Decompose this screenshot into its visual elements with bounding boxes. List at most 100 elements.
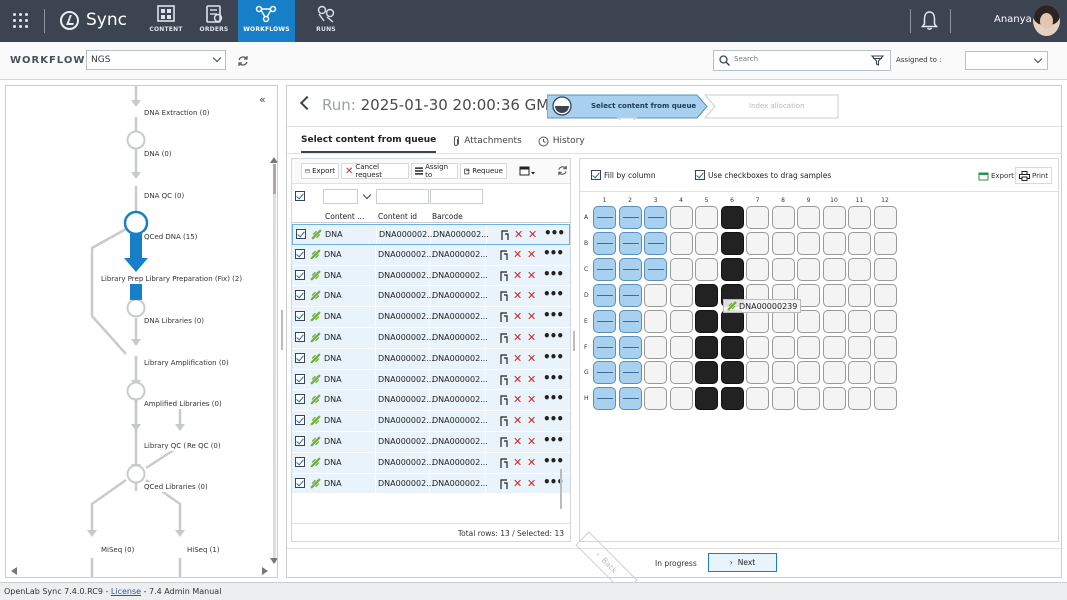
plate-well[interactable] [771,309,795,333]
plate-well[interactable] [797,206,820,229]
plate-well[interactable] [720,231,744,255]
plate-well[interactable] [644,231,667,255]
plate-well[interactable] [797,231,820,255]
plate-well[interactable] [822,361,846,385]
row-checkbox[interactable] [295,456,305,467]
plate-well[interactable] [848,361,871,385]
assign-icon[interactable] [499,416,509,427]
plate-well[interactable] [695,283,718,307]
fill-by-column-option[interactable]: Fill by column [591,170,656,180]
remove-icon[interactable]: ✕ [527,270,536,281]
cancel-icon[interactable]: ✕ [513,270,522,281]
next-button[interactable]: › Next [708,553,777,572]
plate-well[interactable] [644,283,667,307]
row-checkbox[interactable] [295,311,305,322]
plate-well[interactable] [644,361,667,385]
plate-well[interactable] [746,335,769,359]
filter-icon[interactable] [871,55,884,66]
app-logo[interactable]: Sync [60,10,127,30]
pane-resize-handle[interactable] [281,310,283,350]
plate-well[interactable] [669,309,693,333]
plate-well[interactable] [746,361,769,385]
plate-well[interactable] [848,283,871,307]
plate-well[interactable] [644,387,667,411]
plate-well[interactable] [848,335,871,359]
assign-icon[interactable] [499,312,509,323]
user-name[interactable]: Ananya [994,14,1032,25]
plate-well[interactable] [873,387,897,411]
plate-well[interactable] [720,361,744,385]
plate-well[interactable] [618,206,642,229]
plate-well[interactable] [618,309,642,333]
plate-well[interactable] [593,361,616,385]
remove-icon[interactable]: ✕ [527,353,536,364]
more-icon[interactable]: ••• [543,433,564,447]
plate-well[interactable] [669,387,693,411]
back-icon[interactable] [299,95,315,111]
plate-well[interactable] [593,206,616,229]
remove-icon[interactable]: ✕ [527,311,536,322]
chevron-down-icon[interactable] [362,190,372,200]
more-icon[interactable]: ••• [543,412,564,426]
plate-well[interactable] [873,361,897,385]
refresh-icon[interactable] [237,55,249,67]
barcode-filter[interactable] [430,189,483,204]
plate-well[interactable] [593,387,616,411]
plate-well[interactable] [669,206,693,229]
nav-workflows[interactable]: WORKFLOWS [238,0,295,42]
tab-attachments[interactable]: Attachments [452,129,522,153]
row-checkbox[interactable] [295,352,305,363]
plate-well[interactable] [618,361,642,385]
refresh-icon[interactable] [557,165,568,176]
flow-node-dna-extraction[interactable]: DNA Extraction (0) [143,108,211,118]
plate-well[interactable] [771,335,795,359]
row-checkbox[interactable] [295,331,305,342]
plate-well[interactable] [797,309,820,333]
plate-well[interactable] [797,335,820,359]
flow-node-qced-libraries[interactable]: QCed Libraries (0) [143,482,209,492]
row-checkbox[interactable] [296,229,306,239]
select-all-checkbox[interactable] [295,191,305,201]
plate-well[interactable] [669,231,693,255]
more-icon[interactable]: ••• [543,391,564,405]
plate-well[interactable] [771,206,795,229]
row-checkbox[interactable] [295,269,305,280]
cancel-icon[interactable]: ✕ [513,374,522,385]
table-row[interactable]: DNA DNA000002... DNA000002... ✕ ✕ ••• [292,327,570,349]
column-settings-button[interactable] [516,163,542,179]
assign-icon[interactable] [499,395,509,406]
flow-node-dna-libraries[interactable]: DNA Libraries (0) [143,316,206,326]
table-row[interactable]: DNA DNA000002... DNA000002... ✕ ✕ ••• [292,473,570,495]
table-row[interactable]: DNA DNA000002... DNA000002... ✕ ✕ ••• [292,224,570,245]
nav-runs[interactable]: RUNS [302,0,350,42]
search-input[interactable] [734,55,864,63]
more-icon[interactable]: ••• [544,226,565,240]
plate-well[interactable] [746,387,769,411]
scroll-right-icon[interactable] [262,567,268,575]
table-row[interactable]: DNA DNA000002... DNA000002... ✕ ✕ ••• [292,286,570,308]
plate-well[interactable] [695,231,718,255]
more-icon[interactable]: ••• [543,246,564,260]
flow-node-amplified-libraries[interactable]: Amplified Libraries (0) [143,399,223,409]
collapse-panel-icon[interactable]: « [259,93,266,106]
row-checkbox[interactable] [295,248,305,259]
row-checkbox[interactable] [295,477,305,488]
table-row[interactable]: DNA DNA000002... DNA000002... ✕ ✕ ••• [292,452,570,474]
row-checkbox[interactable] [295,290,305,301]
plate-well[interactable] [822,283,846,307]
remove-icon[interactable]: ✕ [528,229,537,240]
plate-well[interactable] [797,257,820,281]
plate-well[interactable] [669,257,693,281]
plate-well[interactable] [746,231,769,255]
plate-well[interactable] [695,206,718,229]
plate-well[interactable] [593,335,616,359]
plate-well[interactable] [822,335,846,359]
plate-well[interactable] [822,206,846,229]
plate-well[interactable] [822,257,846,281]
plate-well[interactable] [644,335,667,359]
table-row[interactable]: DNA DNA000002... DNA000002... ✕ ✕ ••• [292,411,570,432]
cancel-icon[interactable]: ✕ [513,249,522,260]
assign-icon[interactable] [499,437,509,448]
tab-history[interactable]: History [538,129,585,153]
remove-icon[interactable]: ✕ [527,415,536,426]
